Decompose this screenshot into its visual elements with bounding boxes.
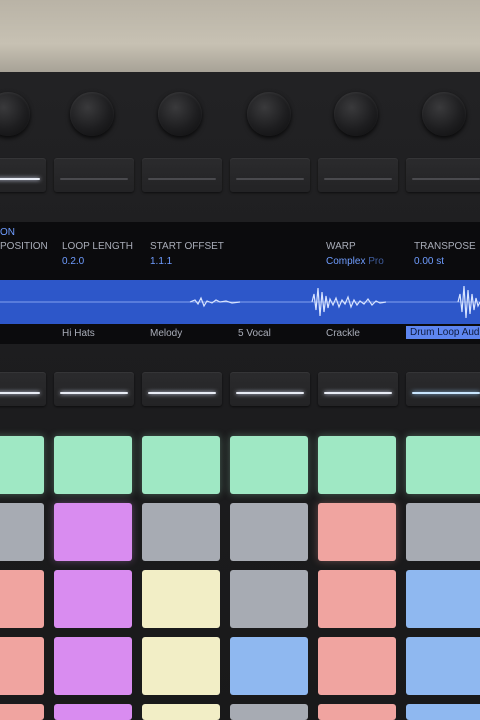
lower-button-4[interactable] [230,372,310,406]
pad-r5-c6[interactable] [406,704,480,720]
upper-button-6[interactable] [406,158,480,192]
button-led [0,392,40,394]
param-label-position: POSITION [0,241,48,252]
pad-r5-c4[interactable] [230,704,308,720]
pad-r4-c3[interactable] [142,637,220,695]
pad-r3-c5[interactable] [318,570,396,628]
param-label-warp: WARP [326,241,356,252]
lower-button-1[interactable] [0,372,46,406]
param-value-start-offset: 1.1.1 [150,256,173,267]
encoder-6-knob[interactable] [422,92,466,136]
pad-r3-c1[interactable] [0,570,44,628]
pad-r5-c2[interactable] [54,704,132,720]
button-led [0,178,40,180]
pad-r2-c2[interactable] [54,503,132,561]
encoder-2-knob[interactable] [70,92,114,136]
button-led [148,178,216,180]
pad-r2-c5[interactable] [318,503,396,561]
lower-button-5[interactable] [318,372,398,406]
pad-r1-c3[interactable] [142,436,220,494]
upper-button-3[interactable] [142,158,222,192]
track-name-3: 5 Vocal [238,328,271,339]
encoder-3-knob[interactable] [158,92,202,136]
pad-r2-c6[interactable] [406,503,480,561]
pad-r3-c6[interactable] [406,570,480,628]
pad-r1-c5[interactable] [318,436,396,494]
param-label-transpose: TRANSPOSE [414,241,476,252]
lower-button-2[interactable] [54,372,134,406]
upper-button-2[interactable] [54,158,134,192]
button-led [412,178,480,180]
encoder-4-knob[interactable] [247,92,291,136]
button-led [60,178,128,180]
pad-r4-c2[interactable] [54,637,132,695]
track-name-1: Hi Hats [62,328,95,339]
track-name-5-selected: Drum Loop Aud [406,326,480,339]
pad-r1-c2[interactable] [54,436,132,494]
button-led [236,392,304,394]
pad-r5-c1[interactable] [0,704,44,720]
pad-r4-c6[interactable] [406,637,480,695]
pad-r4-c1[interactable] [0,637,44,695]
warp-mode-text: Complex [326,256,366,267]
pad-r3-c2[interactable] [54,570,132,628]
button-led [324,178,392,180]
param-value-warp: Complex Pro [326,256,384,267]
pad-r2-c1[interactable] [0,503,44,561]
waveform-display [0,280,480,324]
param-label-start-offset: START OFFSET [150,241,224,252]
param-value-loop-length: 0.2.0 [62,256,85,267]
encoder-5-knob[interactable] [334,92,378,136]
pad-r3-c4[interactable] [230,570,308,628]
pad-r5-c3[interactable] [142,704,220,720]
pad-r1-c4[interactable] [230,436,308,494]
pad-r2-c3[interactable] [142,503,220,561]
param-value-transpose: 0.00 st [414,256,445,267]
button-led [148,392,216,394]
track-name-4: Crackle [326,328,360,339]
background-wall [0,0,480,80]
pad-r1-c6[interactable] [406,436,480,494]
waveform-graphic [0,285,480,319]
lower-button-3[interactable] [142,372,222,406]
pad-r1-c1[interactable] [0,436,44,494]
warp-mode-hint: Pro [368,256,384,267]
pad-r5-c5[interactable] [318,704,396,720]
button-led [60,392,128,394]
upper-button-4[interactable] [230,158,310,192]
param-label-loop-length: LOOP LENGTH [62,241,133,252]
pad-r3-c3[interactable] [142,570,220,628]
button-led [412,392,480,394]
track-name-2: Melody [150,328,183,339]
button-led [236,178,304,180]
upper-button-1[interactable] [0,158,46,192]
pad-r4-c5[interactable] [318,637,396,695]
upper-button-5[interactable] [318,158,398,192]
lower-button-6[interactable] [406,372,480,406]
button-led [324,392,392,394]
pad-r2-c4[interactable] [230,503,308,561]
display-section-title: ON [0,227,15,238]
pad-r4-c4[interactable] [230,637,308,695]
